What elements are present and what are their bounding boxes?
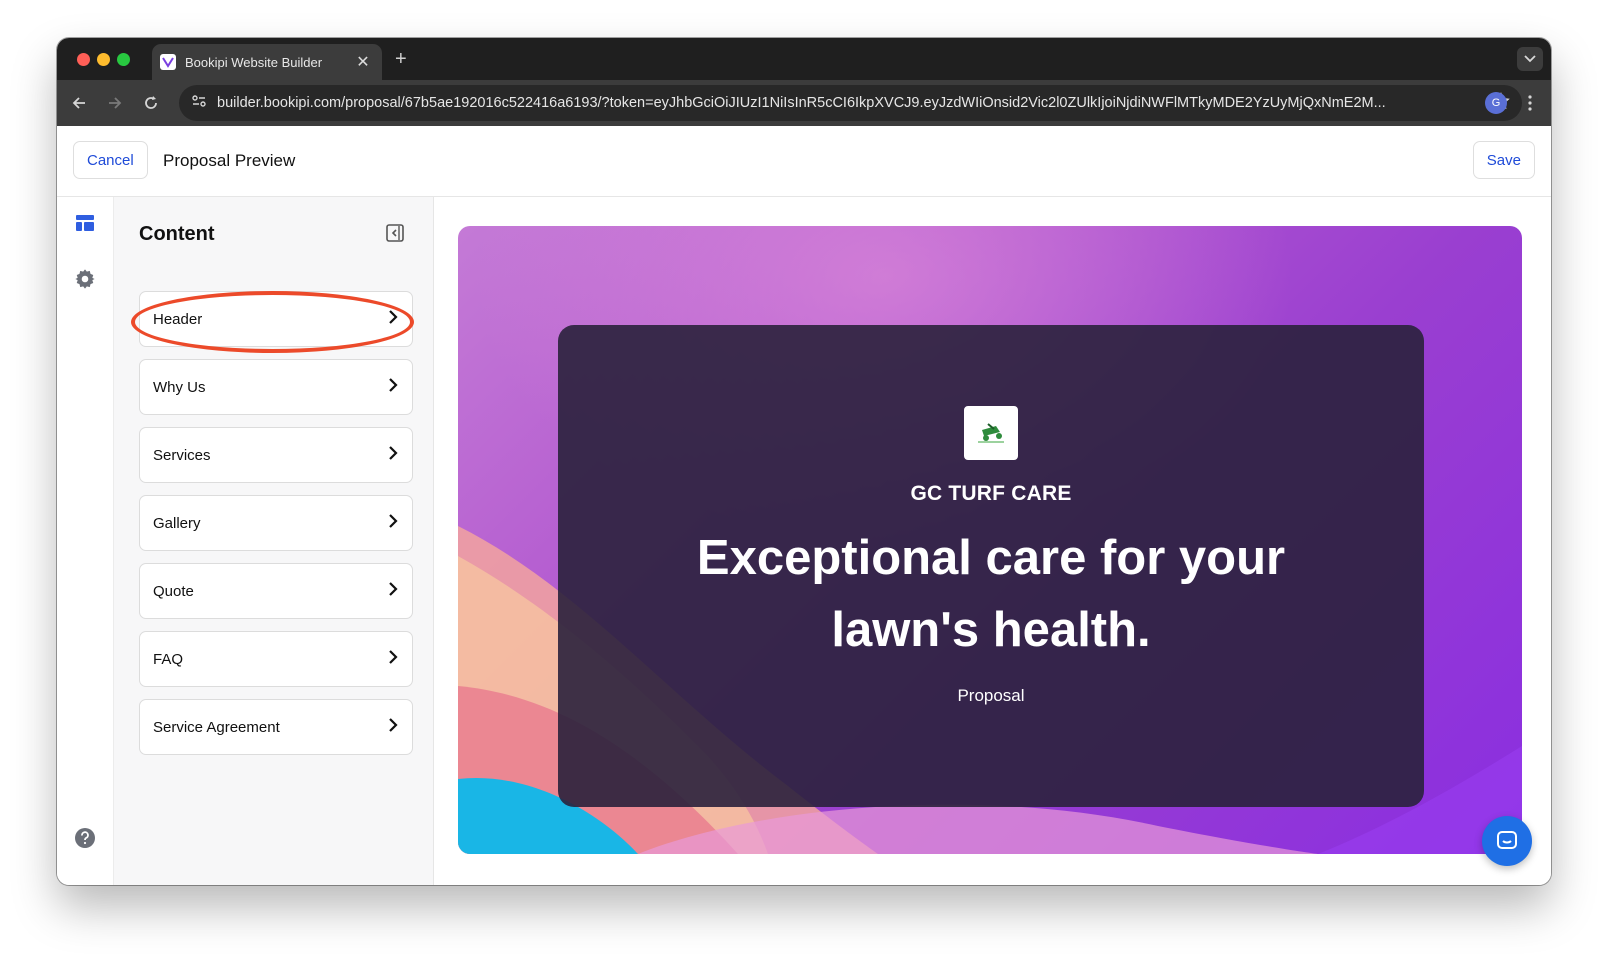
url-text: builder.bookipi.com/proposal/67b5ae19201… bbox=[217, 95, 1386, 111]
panel-item-label: Header bbox=[153, 310, 203, 328]
preview-area: GC TURF CARE Exceptional care for your l… bbox=[434, 197, 1551, 885]
panel-item-faq[interactable]: FAQ bbox=[139, 631, 413, 687]
cancel-button[interactable]: Cancel bbox=[73, 141, 148, 179]
collapse-panel-icon[interactable] bbox=[384, 222, 406, 244]
browser-menu-icon[interactable] bbox=[1523, 91, 1537, 115]
layout-icon[interactable] bbox=[73, 211, 97, 235]
close-window-button[interactable] bbox=[77, 53, 90, 66]
chat-icon[interactable] bbox=[1482, 816, 1532, 866]
browser-toolbar: builder.bookipi.com/proposal/67b5ae19201… bbox=[57, 80, 1551, 126]
forward-icon[interactable] bbox=[103, 91, 127, 115]
chevron-right-icon bbox=[388, 309, 398, 330]
panel-item-header[interactable]: Header bbox=[139, 291, 413, 347]
panel-item-label: Gallery bbox=[153, 514, 201, 532]
chevron-right-icon bbox=[388, 513, 398, 534]
panel-item-why-us[interactable]: Why Us bbox=[139, 359, 413, 415]
tab-title: Bookipi Website Builder bbox=[185, 54, 323, 70]
reload-icon[interactable] bbox=[139, 91, 163, 115]
page-title: Proposal Preview bbox=[163, 151, 296, 170]
maximize-window-button[interactable] bbox=[117, 53, 130, 66]
browser-window: Bookipi Website Builder ✕ + builder.book… bbox=[57, 38, 1551, 885]
content-panel: Content Header Why Us Services Gallery Q… bbox=[114, 197, 434, 885]
panel-item-label: Services bbox=[153, 446, 211, 464]
panel-item-service-agreement[interactable]: Service Agreement bbox=[139, 699, 413, 755]
chevron-right-icon bbox=[388, 649, 398, 670]
hero-background: GC TURF CARE Exceptional care for your l… bbox=[458, 226, 1522, 854]
save-button[interactable]: Save bbox=[1472, 141, 1535, 179]
bookipi-favicon-icon bbox=[160, 54, 176, 70]
company-logo bbox=[964, 406, 1018, 460]
browser-titlebar: Bookipi Website Builder ✕ + bbox=[57, 38, 1551, 80]
hero-card: GC TURF CARE Exceptional care for your l… bbox=[558, 325, 1424, 807]
panel-item-quote[interactable]: Quote bbox=[139, 563, 413, 619]
chevron-right-icon bbox=[388, 717, 398, 738]
chevron-right-icon bbox=[388, 377, 398, 398]
profile-avatar[interactable]: G bbox=[1485, 92, 1507, 114]
panel-item-services[interactable]: Services bbox=[139, 427, 413, 483]
minimize-window-button[interactable] bbox=[97, 53, 110, 66]
app-header: Cancel Proposal Preview Save bbox=[57, 126, 1551, 197]
panel-title: Content bbox=[139, 223, 215, 245]
company-name: GC TURF CARE bbox=[910, 482, 1072, 505]
panel-item-label: Service Agreement bbox=[153, 718, 280, 736]
left-rail bbox=[57, 197, 114, 885]
hero-subtitle: Proposal bbox=[957, 686, 1025, 705]
tab-close-icon[interactable]: ✕ bbox=[354, 52, 372, 72]
help-icon[interactable] bbox=[73, 826, 97, 850]
panel-item-gallery[interactable]: Gallery bbox=[139, 495, 413, 551]
gear-icon[interactable] bbox=[73, 267, 97, 291]
tab-search-icon[interactable] bbox=[1517, 47, 1543, 71]
screen: Bookipi Website Builder ✕ + builder.book… bbox=[0, 0, 1608, 960]
panel-item-label: Quote bbox=[153, 582, 194, 600]
back-icon[interactable] bbox=[67, 91, 91, 115]
site-settings-icon[interactable] bbox=[191, 93, 207, 114]
chevron-right-icon bbox=[388, 581, 398, 602]
chevron-right-icon bbox=[388, 445, 398, 466]
browser-tab-active[interactable]: Bookipi Website Builder ✕ bbox=[152, 44, 382, 80]
lawnmower-logo-icon bbox=[978, 423, 1004, 443]
hero-headline: Exceptional care for your lawn's health. bbox=[696, 531, 1286, 657]
address-bar[interactable]: builder.bookipi.com/proposal/67b5ae19201… bbox=[179, 85, 1522, 121]
panel-item-label: Why Us bbox=[153, 378, 206, 396]
panel-item-label: FAQ bbox=[153, 650, 184, 668]
new-tab-icon[interactable]: + bbox=[395, 47, 407, 71]
